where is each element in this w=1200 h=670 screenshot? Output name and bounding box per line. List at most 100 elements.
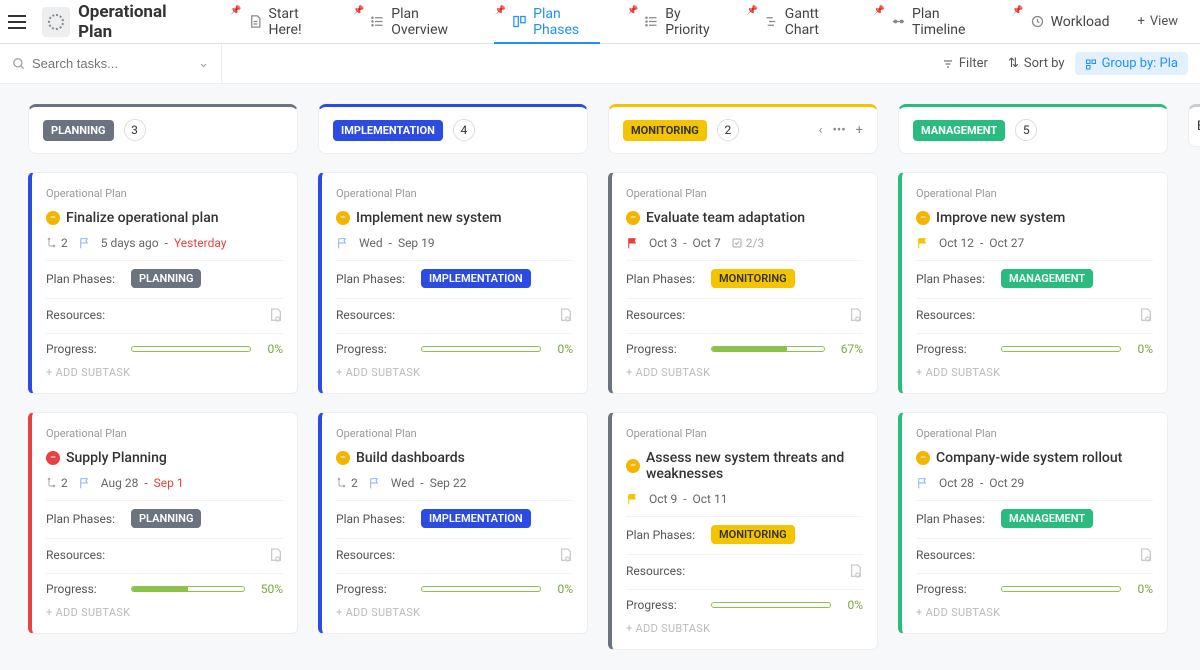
task-card[interactable]: Operational Plan – Build dashboards 2 We… bbox=[318, 412, 588, 634]
status-icon[interactable]: – bbox=[336, 211, 350, 225]
more-icon[interactable]: ••• bbox=[832, 123, 845, 138]
tab-plan-overview[interactable]: 📌Plan Overview bbox=[339, 0, 481, 43]
add-subtask-button[interactable]: + ADD SUBTASK bbox=[626, 622, 863, 635]
task-card[interactable]: Operational Plan – Assess new system thr… bbox=[608, 412, 878, 650]
resource-icon[interactable] bbox=[847, 307, 863, 323]
resource-icon[interactable] bbox=[267, 307, 283, 323]
progress-value: 50% bbox=[261, 582, 283, 596]
status-icon[interactable]: – bbox=[46, 451, 60, 465]
flag-icon[interactable] bbox=[368, 477, 381, 490]
workload-icon bbox=[1030, 14, 1045, 29]
task-dates: Wed-Sep 22 bbox=[391, 476, 467, 490]
resource-icon[interactable] bbox=[557, 547, 573, 563]
column-count: 2 bbox=[717, 119, 739, 141]
flag-icon[interactable] bbox=[626, 493, 639, 506]
add-subtask-button[interactable]: + ADD SUBTASK bbox=[46, 366, 283, 379]
add-subtask-button[interactable]: + ADD SUBTASK bbox=[916, 366, 1153, 379]
flag-icon[interactable] bbox=[336, 237, 349, 250]
flag-icon[interactable] bbox=[916, 477, 929, 490]
column-header[interactable]: MANAGEMENT 5 bbox=[898, 104, 1168, 154]
flag-icon[interactable] bbox=[916, 237, 929, 250]
breadcrumb: Operational Plan bbox=[46, 187, 283, 200]
board-icon bbox=[512, 14, 527, 29]
status-icon[interactable]: – bbox=[916, 211, 930, 225]
task-card[interactable]: Operational Plan – Supply Planning 2 Aug… bbox=[28, 412, 298, 634]
pin-icon: 📌 bbox=[1012, 6, 1023, 16]
tab-start-here-[interactable]: 📌Start Here! bbox=[216, 0, 339, 43]
progress-value: 0% bbox=[267, 342, 283, 356]
search-input[interactable] bbox=[32, 56, 182, 71]
tab-plan-phases[interactable]: 📌Plan Phases bbox=[481, 0, 613, 43]
status-icon[interactable]: – bbox=[46, 211, 60, 225]
column-header[interactable]: Em bbox=[1188, 104, 1200, 147]
resource-icon[interactable] bbox=[267, 547, 283, 563]
breadcrumb: Operational Plan bbox=[916, 187, 1153, 200]
flag-icon[interactable] bbox=[78, 237, 91, 250]
tab-by-priority[interactable]: 📌By Priority bbox=[613, 0, 733, 43]
resource-icon[interactable] bbox=[847, 563, 863, 579]
phase-pill: MONITORING bbox=[711, 269, 795, 288]
gantt-icon bbox=[764, 14, 779, 29]
column-implementation: IMPLEMENTATION 4 Operational Plan – Impl… bbox=[318, 104, 588, 650]
flag-icon[interactable] bbox=[78, 477, 91, 490]
tab-label: Start Here! bbox=[269, 6, 326, 38]
pin-icon: 📌 bbox=[353, 6, 364, 16]
progress-bar bbox=[131, 586, 245, 592]
status-icon[interactable]: – bbox=[626, 211, 640, 225]
column-header[interactable]: MONITORING 2 ‹ ••• + bbox=[608, 104, 878, 154]
list-icon bbox=[370, 14, 385, 29]
tab-label: By Priority bbox=[665, 6, 718, 38]
add-subtask-button[interactable]: + ADD SUBTASK bbox=[336, 606, 573, 619]
flag-icon[interactable] bbox=[626, 237, 639, 250]
add-subtask-button[interactable]: + ADD SUBTASK bbox=[336, 366, 573, 379]
task-dates: Aug 28-Sep 1 bbox=[101, 476, 184, 490]
tab-label: Workload bbox=[1051, 14, 1110, 30]
add-view-button[interactable]: + View bbox=[1124, 14, 1193, 29]
tab-workload[interactable]: 📌 Workload bbox=[998, 0, 1123, 43]
progress-bar bbox=[711, 602, 831, 608]
resource-icon[interactable] bbox=[557, 307, 573, 323]
tab-plan-timeline[interactable]: 📌Plan Timeline bbox=[860, 0, 999, 43]
tab-label: Plan Phases bbox=[533, 6, 599, 38]
add-view-label: View bbox=[1150, 14, 1178, 29]
status-icon[interactable]: – bbox=[916, 451, 930, 465]
field-label: Progress: bbox=[916, 342, 991, 356]
phase-pill: PLANNING bbox=[131, 269, 201, 288]
field-label: Progress: bbox=[336, 582, 411, 596]
chevron-down-icon[interactable]: ⌄ bbox=[198, 56, 209, 71]
task-title: Build dashboards bbox=[356, 450, 465, 466]
column-header[interactable]: PLANNING 3 bbox=[28, 104, 298, 154]
progress-value: 0% bbox=[1137, 582, 1153, 596]
plus-icon[interactable]: + bbox=[856, 123, 863, 138]
field-label: Progress: bbox=[626, 598, 701, 612]
checklist-count: 2/3 bbox=[731, 236, 764, 250]
sort-icon: ⇅ bbox=[1008, 56, 1019, 71]
column-header[interactable]: IMPLEMENTATION 4 bbox=[318, 104, 588, 154]
resource-icon[interactable] bbox=[1137, 547, 1153, 563]
field-label: Plan Phases: bbox=[916, 512, 991, 526]
group-button[interactable]: Group by: Pla bbox=[1075, 52, 1188, 75]
task-card[interactable]: Operational Plan – Finalize operational … bbox=[28, 172, 298, 394]
task-card[interactable]: Operational Plan – Evaluate team adaptat… bbox=[608, 172, 878, 394]
add-subtask-button[interactable]: + ADD SUBTASK bbox=[916, 606, 1153, 619]
field-label: Progress: bbox=[916, 582, 991, 596]
phase-pill: PLANNING bbox=[131, 509, 201, 528]
progress-value: 67% bbox=[841, 342, 863, 356]
field-label: Plan Phases: bbox=[916, 272, 991, 286]
add-card-button[interactable]: + N bbox=[1188, 165, 1200, 181]
status-icon[interactable]: – bbox=[626, 459, 640, 473]
field-label: Plan Phases: bbox=[46, 272, 121, 286]
task-card[interactable]: Operational Plan – Company-wide system r… bbox=[898, 412, 1168, 634]
pin-icon: 📌 bbox=[874, 6, 885, 16]
resource-icon[interactable] bbox=[1137, 307, 1153, 323]
task-card[interactable]: Operational Plan – Implement new system … bbox=[318, 172, 588, 394]
add-subtask-button[interactable]: + ADD SUBTASK bbox=[46, 606, 283, 619]
tab-gantt-chart[interactable]: 📌Gantt Chart bbox=[733, 0, 860, 43]
sort-button[interactable]: ⇅ Sort by bbox=[998, 52, 1075, 75]
add-subtask-button[interactable]: + ADD SUBTASK bbox=[626, 366, 863, 379]
status-icon[interactable]: – bbox=[336, 451, 350, 465]
menu-icon[interactable] bbox=[8, 8, 34, 36]
filter-button[interactable]: Filter bbox=[932, 52, 998, 75]
task-card[interactable]: Operational Plan – Improve new system Oc… bbox=[898, 172, 1168, 394]
chevron-left-icon[interactable]: ‹ bbox=[819, 123, 823, 138]
